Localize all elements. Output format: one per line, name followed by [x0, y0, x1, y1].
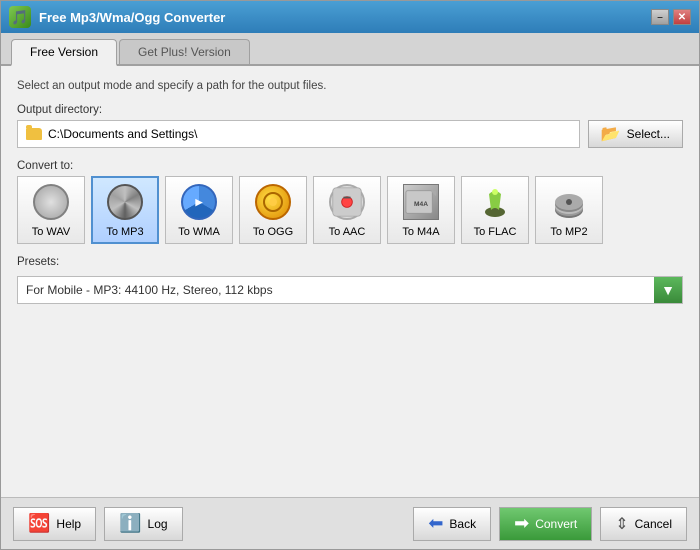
info-icon: ℹ️ [119, 513, 141, 534]
output-dir-value: C:\Documents and Settings\ [48, 127, 197, 141]
bottom-bar: 🆘 Help ℹ️ Log ⬅ Back ➡ Convert ⇕ Cancel [1, 497, 699, 549]
wma-icon: ▶ [181, 184, 217, 220]
format-btn-m4a[interactable]: M4A To M4A [387, 176, 455, 244]
folder-icon [26, 128, 42, 140]
format-btn-wma[interactable]: ▶ To WMA [165, 176, 233, 244]
aac-icon [329, 184, 365, 220]
cancel-button[interactable]: ⇕ Cancel [600, 507, 687, 541]
output-dir-row: C:\Documents and Settings\ 📂 Select... [17, 120, 683, 148]
wav-icon [33, 184, 69, 220]
minimize-button[interactable]: – [651, 9, 669, 25]
select-dir-button[interactable]: 📂 Select... [588, 120, 683, 148]
output-dir-box: C:\Documents and Settings\ [17, 120, 580, 148]
presets-row: For Mobile - MP3: 44100 Hz, Stereo, 112 … [17, 276, 683, 304]
format-label-wma: To WMA [178, 226, 220, 238]
cancel-icon: ⇕ [615, 514, 628, 534]
format-buttons: To WAV To MP3 ▶ To WMA [17, 176, 683, 244]
presets-label: Presets: [17, 256, 683, 268]
help-icon: 🆘 [28, 513, 50, 534]
window-title: Free Mp3/Wma/Ogg Converter [39, 10, 643, 25]
help-button[interactable]: 🆘 Help [13, 507, 96, 541]
tab-bar: Free Version Get Plus! Version [1, 33, 699, 66]
log-label: Log [148, 517, 168, 531]
close-button[interactable]: ✕ [673, 9, 691, 25]
convert-button[interactable]: ➡ Convert [499, 507, 592, 541]
convert-to-section: Convert to: To WAV To MP3 [17, 160, 683, 244]
output-dir-section: Output directory: C:\Documents and Setti… [17, 104, 683, 148]
format-label-wav: To WAV [32, 226, 71, 238]
m4a-icon: M4A [403, 184, 439, 220]
log-button[interactable]: ℹ️ Log [104, 507, 182, 541]
main-window: 🎵 Free Mp3/Wma/Ogg Converter – ✕ Free Ve… [0, 0, 700, 550]
format-btn-aac[interactable]: To AAC [313, 176, 381, 244]
format-btn-mp3[interactable]: To MP3 [91, 176, 159, 244]
select-btn-label: Select... [627, 127, 670, 141]
title-buttons: – ✕ [651, 9, 691, 25]
app-icon: 🎵 [9, 6, 31, 28]
format-label-mp3: To MP3 [106, 226, 143, 238]
folder-open-icon: 📂 [601, 124, 621, 144]
format-btn-ogg[interactable]: To OGG [239, 176, 307, 244]
format-label-ogg: To OGG [253, 226, 293, 238]
main-content: Select an output mode and specify a path… [1, 66, 699, 497]
format-btn-flac[interactable]: To FLAC [461, 176, 529, 244]
format-btn-wav[interactable]: To WAV [17, 176, 85, 244]
convert-to-label: Convert to: [17, 160, 683, 172]
tab-plus-version[interactable]: Get Plus! Version [119, 39, 250, 64]
format-label-mp2: To MP2 [550, 226, 587, 238]
svg-text:M4A: M4A [414, 201, 428, 208]
cancel-label: Cancel [635, 517, 672, 531]
format-label-flac: To FLAC [474, 226, 517, 238]
mp3-icon [107, 184, 143, 220]
subtitle-text: Select an output mode and specify a path… [17, 80, 683, 92]
format-btn-mp2[interactable]: To MP2 [535, 176, 603, 244]
back-label: Back [449, 517, 476, 531]
flac-icon [477, 184, 513, 220]
title-bar: 🎵 Free Mp3/Wma/Ogg Converter – ✕ [1, 1, 699, 33]
back-arrow-icon: ⬅ [428, 513, 443, 534]
output-dir-label: Output directory: [17, 104, 683, 116]
mp2-icon [551, 184, 587, 220]
convert-label: Convert [535, 517, 577, 531]
format-label-m4a: To M4A [402, 226, 439, 238]
presets-dropdown-button[interactable]: ▼ [654, 277, 682, 303]
presets-value: For Mobile - MP3: 44100 Hz, Stereo, 112 … [18, 283, 654, 297]
format-label-aac: To AAC [329, 226, 366, 238]
back-button[interactable]: ⬅ Back [413, 507, 491, 541]
ogg-icon [255, 184, 291, 220]
presets-section: Presets: For Mobile - MP3: 44100 Hz, Ste… [17, 256, 683, 304]
convert-arrow-icon: ➡ [514, 513, 529, 534]
tab-free-version[interactable]: Free Version [11, 39, 117, 66]
help-label: Help [56, 517, 81, 531]
